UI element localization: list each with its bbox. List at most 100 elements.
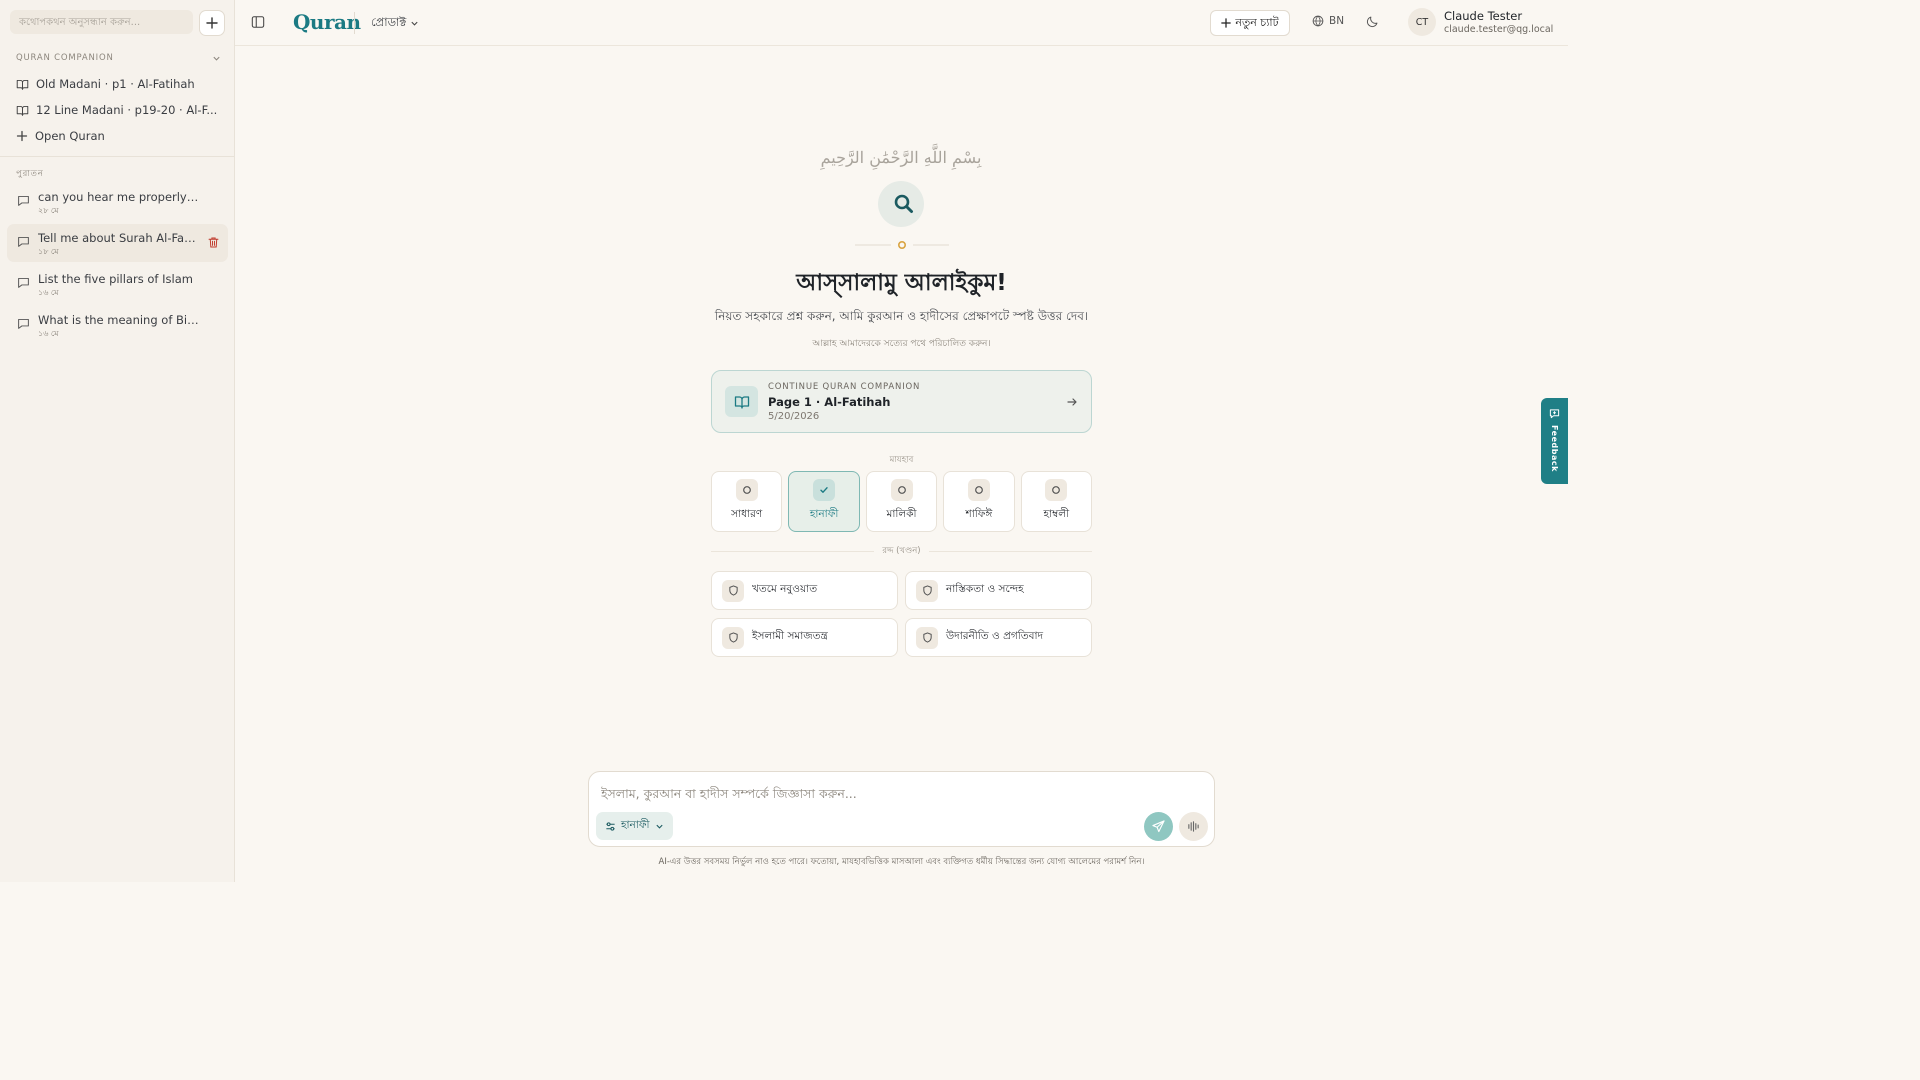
- madhab-label: সাধারণ: [731, 508, 763, 520]
- chat-date: ১৬ মে: [38, 329, 59, 338]
- madhab-badge: [735, 479, 758, 501]
- book-open-icon: [16, 79, 29, 90]
- madhab-badge: [967, 479, 990, 501]
- user-email: claude.tester@qg.local: [1444, 24, 1554, 35]
- chat-history-item[interactable]: List the five pillars of Islam ১৬ মে: [7, 265, 228, 303]
- globe-icon: [1312, 15, 1324, 27]
- plus-icon: [1221, 18, 1232, 28]
- sliders-icon: [606, 821, 615, 831]
- quran-companion-section-header[interactable]: QURAN COMPANION: [16, 53, 221, 63]
- madhab-chip-dropdown[interactable]: হানাফী: [596, 812, 673, 840]
- chat-history-item[interactable]: can you hear me properly or I... ২৮ মে: [7, 183, 228, 221]
- madhab-section-label: মাযহাব: [889, 455, 914, 465]
- chat-text: List the five pillars of Islam ১৬ মে: [38, 272, 220, 300]
- open-quran-link[interactable]: Open Quran: [8, 124, 226, 148]
- companion-item-12-line-madani[interactable]: 12 Line Madani · p19-20 · Al-F...: [8, 98, 226, 122]
- language-switcher[interactable]: BN: [1312, 15, 1344, 27]
- divider-line: [711, 550, 875, 552]
- chat-text: What is the meaning of Bismil... ১৬ মে: [38, 313, 220, 341]
- topic-liberalism-progressivism[interactable]: উদারনীতি ও প্রগতিবাদ: [905, 618, 1092, 657]
- madhab-option-shafii[interactable]: শাফিঈ: [943, 471, 1015, 532]
- madhab-chip-label: হানাফী: [621, 818, 650, 831]
- topic-atheism-doubt[interactable]: নাস্তিকতা ও সন্দেহ: [905, 571, 1092, 610]
- madhab-option-hanbali[interactable]: হাম্বলী: [1020, 471, 1093, 532]
- madhab-selector: সাধারণ হানাফী মালিকী শাফিঈ হাম্বলী: [711, 471, 1093, 532]
- crescent-search-icon: [887, 194, 913, 213]
- theme-toggle-button[interactable]: [1366, 15, 1379, 28]
- send-button[interactable]: [1144, 812, 1173, 841]
- chat-date: ২৮ মে: [38, 206, 59, 215]
- user-name: Claude Tester: [1444, 9, 1523, 23]
- chat-composer: হানাফী: [588, 771, 1215, 847]
- quran-logo[interactable]: Quran: [277, 8, 361, 36]
- voice-input-button[interactable]: [1179, 812, 1208, 841]
- topic-label: উদারনীতি ও প্রগতিবাদ: [946, 630, 1044, 642]
- product-menu-button[interactable]: প্রোডাক্ট: [371, 14, 419, 33]
- message-square-icon: [18, 195, 29, 206]
- trash-icon[interactable]: [207, 236, 220, 249]
- logo-text: Quran: [293, 10, 361, 34]
- shield-icon: [922, 585, 932, 596]
- book-icon-badge: [725, 386, 758, 417]
- top-header: Quran প্রোডাক্ট নতুন চ্যাট BN CT Claude …: [235, 0, 1568, 46]
- chat-title: can you hear me properly or I...: [38, 190, 200, 204]
- book-open-icon: [734, 395, 749, 409]
- new-conversation-button[interactable]: [199, 10, 225, 36]
- feedback-label: Feedback: [1550, 425, 1559, 472]
- madhab-badge: [813, 479, 836, 501]
- chat-text: Tell me about Surah Al-Fatihah ১৮ মে: [38, 231, 199, 259]
- chat-title: List the five pillars of Islam: [38, 272, 193, 286]
- blessing-text: আল্লাহ আমাদেরকে সত্যের পথে পরিচালিত করুন…: [812, 339, 991, 349]
- greeting-heading: আস্সালামু আলাইকুম!: [796, 270, 1007, 296]
- new-chat-button[interactable]: নতুন চ্যাট: [1210, 10, 1290, 36]
- panel-left-icon: [251, 16, 265, 28]
- product-label: প্রোডাক্ট: [371, 15, 407, 29]
- continue-quran-companion-card[interactable]: CONTINUE QURAN COMPANION Page 1 · Al-Fat…: [711, 370, 1092, 433]
- user-menu[interactable]: CT Claude Tester claude.tester@qg.local: [1408, 8, 1553, 36]
- conversation-search-input[interactable]: [10, 10, 193, 34]
- history-title: পুরাতন: [16, 169, 44, 179]
- chat-input[interactable]: [601, 783, 1201, 803]
- plus-icon: [206, 17, 218, 29]
- circle-icon: [975, 486, 983, 494]
- feedback-tab[interactable]: Feedback: [1541, 398, 1568, 484]
- sidebar-divider: [0, 156, 235, 157]
- hero-logo: [878, 181, 924, 227]
- topic-khatm-nubuwwat[interactable]: খতমে নবুওয়াত: [711, 571, 898, 610]
- topic-badge: [722, 626, 744, 649]
- madhab-option-maliki[interactable]: মালিকী: [865, 471, 938, 532]
- continue-card-title: Page 1 · Al-Fatihah: [768, 394, 891, 409]
- circle-icon: [897, 486, 906, 494]
- check-icon: [820, 487, 828, 493]
- crescent-star-icon: [280, 15, 287, 29]
- topic-islamic-socialism[interactable]: ইসলামী সমাজতন্ত্র: [711, 618, 898, 657]
- radd-section-header: রদ্দ (খণ্ডন): [711, 545, 1093, 557]
- madhab-option-hanafi[interactable]: হানাফী: [788, 471, 860, 532]
- shield-icon: [922, 632, 932, 643]
- sidebar-toggle-button[interactable]: [251, 15, 265, 29]
- madhab-label: হানাফী: [809, 508, 839, 520]
- continue-card-text: CONTINUE QURAN COMPANION Page 1 · Al-Fat…: [768, 382, 1056, 422]
- audio-waveform-icon: [1188, 821, 1199, 832]
- chat-history-item[interactable]: What is the meaning of Bismil... ১৬ মে: [7, 306, 228, 344]
- madhab-badge: [890, 479, 913, 501]
- companion-item-old-madani[interactable]: Old Madani · p1 · Al-Fatihah: [8, 72, 226, 96]
- madhab-label: মালিকী: [886, 508, 917, 520]
- radd-section-label: রদ্দ (খণ্ডন): [882, 546, 921, 556]
- madhab-option-general[interactable]: সাধারণ: [711, 471, 783, 532]
- avatar: CT: [1408, 8, 1436, 36]
- companion-item-label: Open Quran: [35, 129, 105, 143]
- greeting-subtitle: নিয়ত সহকারে প্রশ্ন করুন, আমি কুরআন ও হা…: [714, 309, 1089, 323]
- madhab-badge: [1045, 479, 1068, 501]
- divider-line: [928, 550, 1093, 552]
- continue-card-date: 5/20/2026: [768, 410, 820, 422]
- message-square-icon: [18, 277, 29, 288]
- message-square-icon: [18, 236, 29, 247]
- chat-history-item-active[interactable]: Tell me about Surah Al-Fatihah ১৮ মে: [7, 224, 228, 262]
- chat-date: ১৬ মে: [38, 288, 59, 297]
- book-open-icon: [16, 105, 29, 116]
- shield-icon: [728, 632, 738, 643]
- radd-topics-grid: খতমে নবুওয়াত নাস্তিকতা ও সন্দেহ ইসলামী …: [711, 571, 1092, 657]
- history-section-header: পুরাতন: [16, 167, 221, 181]
- moon-icon: [1367, 16, 1378, 27]
